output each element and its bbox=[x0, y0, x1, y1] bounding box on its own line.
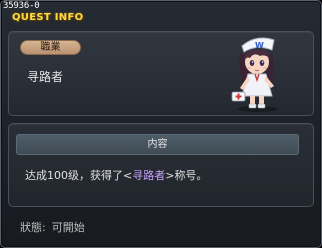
svg-text:W: W bbox=[255, 41, 264, 50]
status-label: 狀態: bbox=[20, 221, 46, 234]
description-suffix: 称号。 bbox=[174, 169, 208, 182]
highlight-title-name: 寻路者 bbox=[132, 169, 166, 182]
quest-id: 35936-0 bbox=[3, 1, 40, 11]
status-value: 可開始 bbox=[51, 221, 85, 234]
quest-description: 达成100级，获得了<寻路者>称号。 bbox=[25, 168, 207, 184]
description-prefix: 达成100级，获得了 bbox=[25, 169, 123, 182]
quest-info-window: 35936-0 QUEST INFO 職業 寻路者 W 内容 达成100级，获得… bbox=[0, 0, 322, 248]
job-badge: 職業 bbox=[20, 40, 81, 55]
job-name: 寻路者 bbox=[27, 70, 64, 84]
window-title[interactable]: QUEST INFO bbox=[12, 11, 83, 25]
content-header: 内容 bbox=[16, 134, 299, 155]
npc-nurse-character-icon: W bbox=[231, 37, 278, 112]
bracket-open: < bbox=[123, 169, 133, 182]
quest-status: 狀態: 可開始 bbox=[20, 221, 85, 235]
